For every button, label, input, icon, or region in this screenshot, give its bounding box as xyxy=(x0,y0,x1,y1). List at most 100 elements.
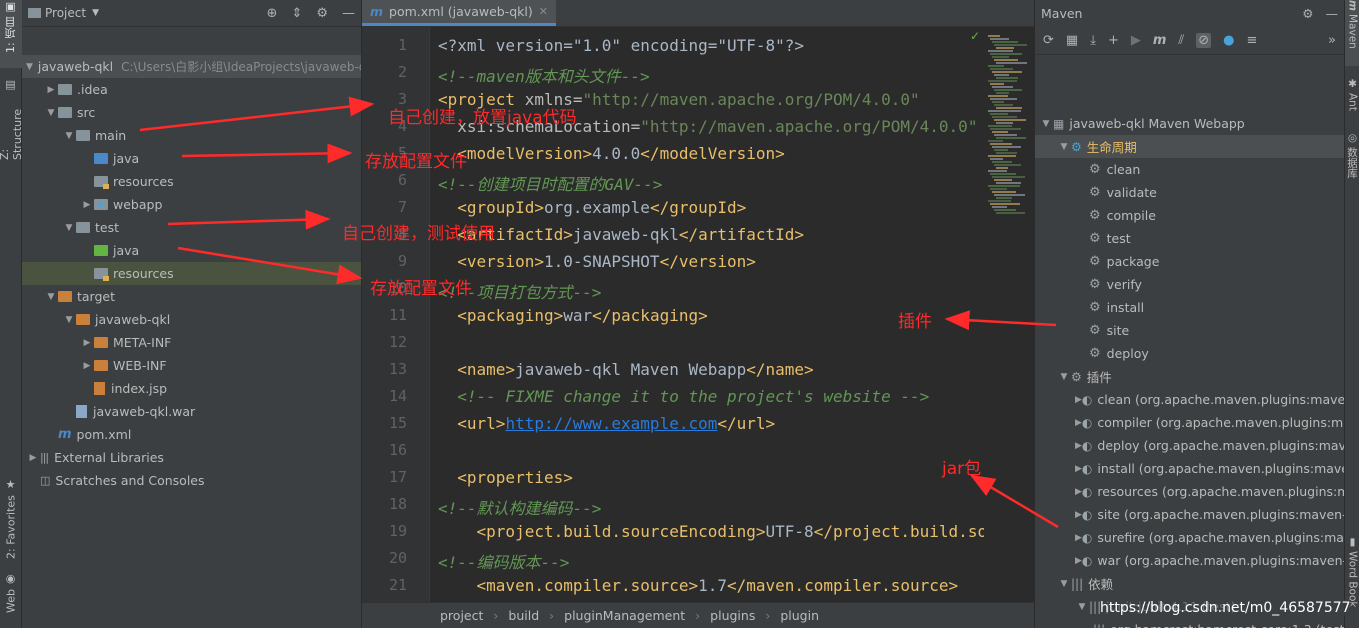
collapse-all-icon[interactable]: ⇕ xyxy=(291,6,302,21)
expand-arrow-icon[interactable]: ▼ xyxy=(26,62,33,72)
expand-arrow-icon[interactable]: ▼ xyxy=(1075,602,1089,612)
gear-icon[interactable]: ⚙ xyxy=(316,6,328,21)
project-tree-row[interactable]: ▼ target xyxy=(22,285,361,308)
collapse-arrow-icon[interactable]: ▶ xyxy=(1075,464,1082,474)
maven-tree-row[interactable]: ▶◐ resources (org.apache.maven.plugins:ma… xyxy=(1035,480,1344,503)
breadcrumb-item[interactable]: plugin xyxy=(780,608,819,623)
toggle-offline-icon[interactable]: ⫽ xyxy=(1178,33,1184,48)
maven-tree-row[interactable]: ⚙ install xyxy=(1035,296,1344,319)
project-tree-row[interactable]: ▼ main xyxy=(22,124,361,147)
project-tree-row[interactable]: ▶ META-INF xyxy=(22,331,361,354)
breadcrumb-item[interactable]: project xyxy=(440,608,483,623)
maven-tree-row[interactable]: ▶◐ deploy (org.apache.maven.plugins:maven… xyxy=(1035,434,1344,457)
maven-tree-row[interactable]: ⚙ compile xyxy=(1035,204,1344,227)
database-tool-tab[interactable]: ◎ 数据库 xyxy=(1345,132,1359,188)
structure-tool-tab[interactable]: Z: Structure ▤ xyxy=(0,78,24,160)
locate-icon[interactable]: ⊕ xyxy=(267,6,278,21)
maven-tree-row[interactable]: ▶◐ install (org.apache.maven.plugins:mave… xyxy=(1035,457,1344,480)
project-tree-row[interactable]: ▶ .idea xyxy=(22,78,361,101)
breadcrumb-item[interactable]: build xyxy=(508,608,539,623)
maven-tree-row[interactable]: ⚙ clean xyxy=(1035,158,1344,181)
maven-tree-row[interactable]: ▼ ⚙ 插件 xyxy=(1035,365,1344,388)
collapse-arrow-icon[interactable]: ▶ xyxy=(80,200,94,210)
project-tree-row[interactable]: ▼ javaweb-qkl xyxy=(22,308,361,331)
collapse-arrow-icon[interactable]: ▶ xyxy=(80,338,94,348)
project-tree-row[interactable]: ▼ src xyxy=(22,101,361,124)
expand-arrow-icon[interactable]: ▼ xyxy=(62,131,76,141)
favorites-tool-tab[interactable]: 2: Favorites ★ xyxy=(0,478,22,560)
maven-tree-row[interactable]: ▼ ▦ javaweb-qkl Maven Webapp xyxy=(1035,112,1344,135)
maven-tree-row[interactable]: ⚙ site xyxy=(1035,319,1344,342)
generate-sources-icon[interactable]: ▦ xyxy=(1066,33,1078,48)
project-tree-row[interactable]: ▼ javaweb-qkl C:\Users\白影小组\IdeaProjects\j… xyxy=(22,55,361,78)
maven-tree-row[interactable]: ▶◐ clean (org.apache.maven.plugins:maven-… xyxy=(1035,388,1344,411)
project-tool-tab[interactable]: 1: 项目 ▣ xyxy=(0,0,22,68)
maven-tree-row[interactable]: ⚙ validate xyxy=(1035,181,1344,204)
maven-tree-row[interactable]: ||| org.hamcrest:hamcrest-core:1.3 (test) xyxy=(1035,618,1344,628)
expand-arrow-icon[interactable]: ▼ xyxy=(62,315,76,325)
hide-icon[interactable]: — xyxy=(342,6,355,21)
expand-arrow-icon[interactable]: ▼ xyxy=(1039,119,1053,129)
project-tree-row[interactable]: ▶ webapp xyxy=(22,193,361,216)
maven-tree-row[interactable]: ⚙ package xyxy=(1035,250,1344,273)
code-minimap[interactable]: ✓ xyxy=(970,27,1034,602)
maven-tree-row[interactable]: ⚙ test xyxy=(1035,227,1344,250)
code-token: </url> xyxy=(717,414,776,433)
maven-tree-row[interactable]: ▶◐ compiler (org.apache.maven.plugins:mav… xyxy=(1035,411,1344,434)
collapse-arrow-icon[interactable]: ▶ xyxy=(44,85,58,95)
collapse-arrow-icon[interactable]: ▶ xyxy=(1075,510,1082,520)
project-tree-row[interactable]: java xyxy=(22,239,361,262)
expand-arrow-icon[interactable]: ▼ xyxy=(44,108,58,118)
run-icon[interactable]: ▶ xyxy=(1131,33,1141,48)
reload-icon[interactable]: ⟳ xyxy=(1043,33,1054,48)
maven-tool-tab[interactable]: m Maven xyxy=(1345,0,1359,66)
collapse-arrow-icon[interactable]: ▶ xyxy=(80,361,94,371)
add-icon[interactable]: + xyxy=(1108,33,1119,48)
expand-arrow-icon[interactable]: ▼ xyxy=(1057,372,1071,382)
chevron-down-icon[interactable]: ▼ xyxy=(92,8,99,18)
close-icon[interactable]: ✕ xyxy=(539,5,548,18)
collapse-arrow-icon[interactable]: ▶ xyxy=(1075,418,1082,428)
maven-tree-row[interactable]: ▼ ||| 依赖 xyxy=(1035,572,1344,595)
project-tree-row[interactable]: resources xyxy=(22,170,361,193)
project-tree-row[interactable]: ▼ test xyxy=(22,216,361,239)
web-tool-tab[interactable]: Web ◉ xyxy=(0,572,22,618)
collapse-arrow-icon[interactable]: ▶ xyxy=(1075,441,1082,451)
project-tree-row[interactable]: m pom.xml xyxy=(22,423,361,446)
project-tree-row[interactable]: java xyxy=(22,147,361,170)
maven-tree-row[interactable]: ⚙ deploy xyxy=(1035,342,1344,365)
expand-arrow-icon[interactable]: ▼ xyxy=(1057,142,1071,152)
hide-icon[interactable]: — xyxy=(1326,6,1339,21)
project-tree-row[interactable]: ▶ WEB-INF xyxy=(22,354,361,377)
maven-tree-row[interactable]: ⚙ verify xyxy=(1035,273,1344,296)
collapse-arrow-icon[interactable]: ▶ xyxy=(26,453,40,463)
gear-icon[interactable]: ⚙ xyxy=(1302,6,1313,21)
project-tree-row[interactable]: index.jsp xyxy=(22,377,361,400)
download-icon[interactable]: ⤓ xyxy=(1090,33,1096,48)
collapse-all-icon[interactable]: ≡ xyxy=(1246,33,1257,48)
maven-tree-row[interactable]: ▶◐ site (org.apache.maven.plugins:maven-s… xyxy=(1035,503,1344,526)
show-dependencies-icon[interactable]: ● xyxy=(1223,33,1234,48)
project-panel-title[interactable]: Project xyxy=(45,6,86,20)
maven-tree-row[interactable]: ▶◐ surefire (org.apache.maven.plugins:mav… xyxy=(1035,526,1344,549)
expand-arrow-icon[interactable]: ▼ xyxy=(44,292,58,302)
collapse-arrow-icon[interactable]: ▶ xyxy=(1075,556,1082,566)
maven-tree-row[interactable]: ▶◐ war (org.apache.maven.plugins:maven-wa… xyxy=(1035,549,1344,572)
expand-arrow-icon[interactable]: ▼ xyxy=(62,223,76,233)
maven-tree-row[interactable]: ▼ ⚙ 生命周期 xyxy=(1035,135,1344,158)
collapse-arrow-icon[interactable]: ▶ xyxy=(1075,533,1082,543)
expand-arrow-icon[interactable]: ▼ xyxy=(1057,579,1071,589)
breadcrumb-item[interactable]: pluginManagement xyxy=(564,608,685,623)
breadcrumb-item[interactable]: plugins xyxy=(710,608,755,623)
tab-pom-xml[interactable]: m pom.xml (javaweb-qkl) ✕ xyxy=(362,0,556,26)
project-tree-row[interactable]: resources xyxy=(22,262,361,285)
project-tree-row[interactable]: ◫ Scratches and Consoles xyxy=(22,469,361,492)
project-tree-row[interactable]: ▶ ||| External Libraries xyxy=(22,446,361,469)
collapse-arrow-icon[interactable]: ▶ xyxy=(1075,487,1082,497)
ant-tool-tab[interactable]: ✱ Ant xyxy=(1345,78,1359,124)
collapse-arrow-icon[interactable]: ▶ xyxy=(1075,395,1082,405)
execute-goal-icon[interactable]: m xyxy=(1153,33,1167,48)
more-icon[interactable]: » xyxy=(1328,33,1336,48)
skip-tests-icon[interactable]: ⊘ xyxy=(1196,33,1212,48)
project-tree-row[interactable]: javaweb-qkl.war xyxy=(22,400,361,423)
